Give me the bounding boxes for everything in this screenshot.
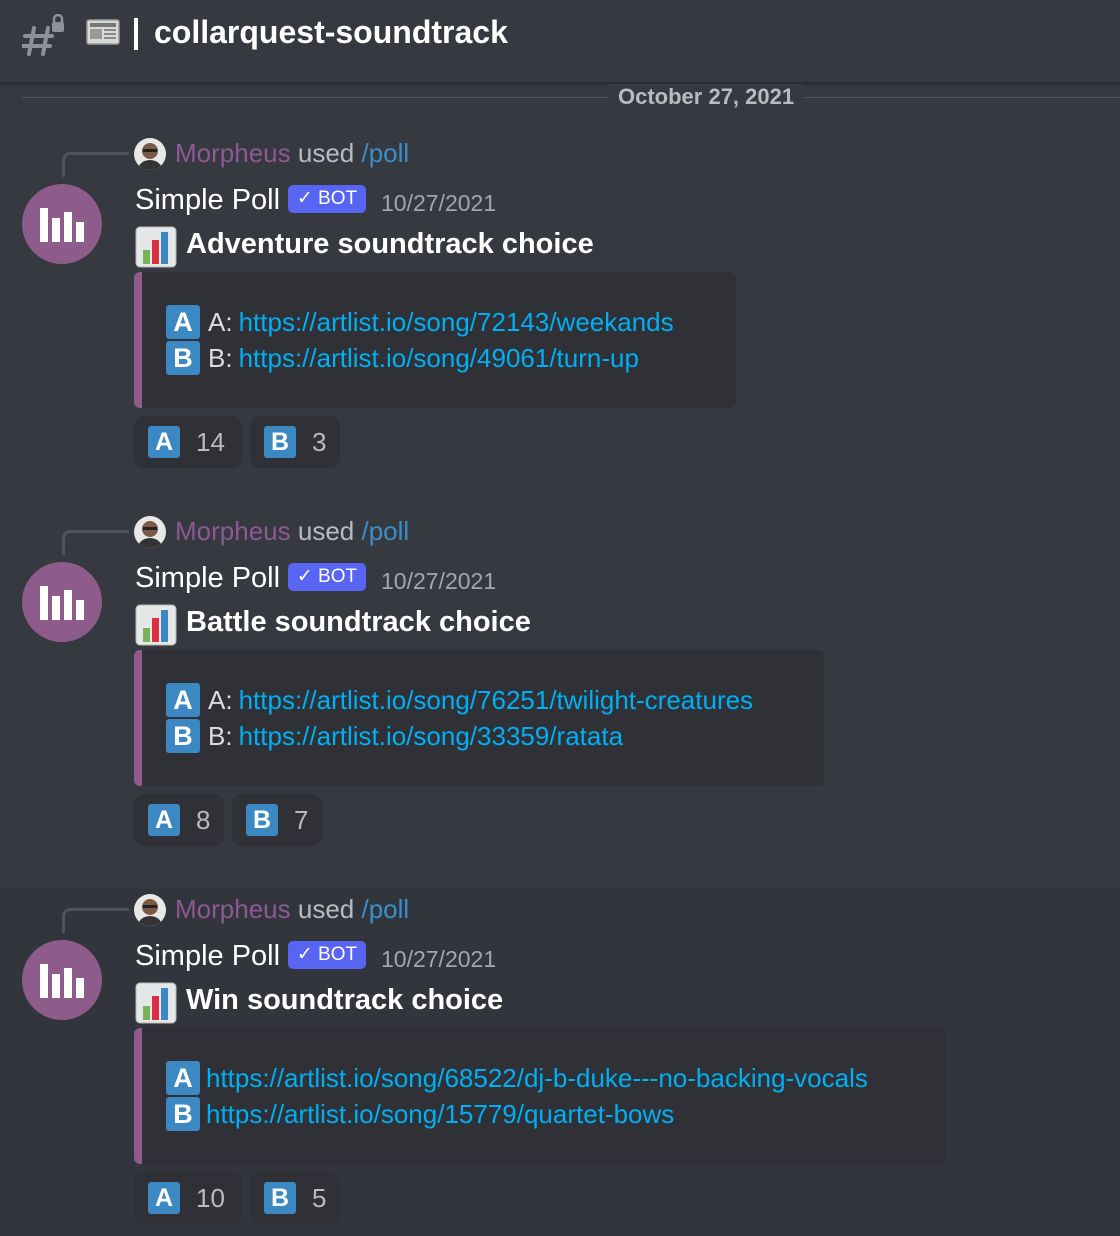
reaction-a[interactable]: A 10 [134,1172,242,1224]
option-label: B: [208,720,233,751]
locked-channel-hash-icon [22,14,64,56]
newspaper-icon [86,19,120,45]
reply-username[interactable]: Morpheus [175,894,291,924]
regional-indicator-b-icon: B [264,1182,296,1214]
header-divider [134,18,138,50]
regional-indicator-b-icon: B [166,1097,200,1131]
reply-context: Morpheus used /poll [175,138,409,169]
bar-chart-emoji-icon [135,604,177,646]
bar-chart-icon [40,964,84,998]
poll-option-a: A A: https://artlist.io/song/76251/twili… [166,683,753,717]
poll-message: Morpheus used /poll Simple Poll ✓ BOT 10… [0,110,1120,488]
reply-connector [62,908,129,933]
author-username[interactable]: Simple Poll [135,184,280,217]
channel-header: collarquest-soundtrack [0,0,1120,84]
reply-command[interactable]: /poll [361,138,409,168]
poll-title: Battle soundtrack choice [186,606,531,638]
regional-indicator-a-icon: A [148,804,180,836]
reply-command[interactable]: /poll [361,894,409,924]
poll-option-b: B https://artlist.io/song/15779/quartet-… [166,1097,674,1131]
option-link[interactable]: https://artlist.io/song/68522/dj-b-duke-… [206,1063,868,1094]
bar-chart-emoji-icon [135,982,177,1024]
date-divider-label: October 27, 2021 [608,84,805,110]
message-timestamp[interactable]: 10/27/2021 [381,568,496,595]
regional-indicator-a-icon: A [166,1061,200,1095]
channel-name: collarquest-soundtrack [154,14,508,50]
reaction-b[interactable]: B 3 [250,416,340,468]
option-link[interactable]: https://artlist.io/song/72143/weekands [239,307,674,338]
poll-embed: A A: https://artlist.io/song/76251/twili… [134,650,824,786]
regional-indicator-a-icon: A [166,683,200,717]
reply-avatar[interactable] [134,894,166,926]
poll-embed: A https://artlist.io/song/68522/dj-b-duk… [134,1028,946,1164]
option-link[interactable]: https://artlist.io/song/76251/twilight-c… [239,685,753,716]
bar-chart-emoji-icon [135,226,177,268]
bot-avatar[interactable] [22,940,102,1020]
message-timestamp[interactable]: 10/27/2021 [381,946,496,973]
message-timestamp[interactable]: 10/27/2021 [381,190,496,217]
poll-option-b: B B: https://artlist.io/song/49061/turn-… [166,341,639,375]
bot-tag: ✓ BOT [288,563,366,591]
reply-verb: used [297,894,355,924]
regional-indicator-b-icon: B [264,426,296,458]
reaction-a[interactable]: A 14 [134,416,242,468]
poll-option-a: A A: https://artlist.io/song/72143/weeka… [166,305,674,339]
regional-indicator-a-icon: A [148,426,180,458]
option-label: A: [208,684,233,715]
poll-title: Win soundtrack choice [186,984,504,1016]
poll-option-a: A https://artlist.io/song/68522/dj-b-duk… [166,1061,868,1095]
reply-context: Morpheus used /poll [175,894,409,925]
reaction-count: 10 [196,1182,225,1213]
bot-tag: ✓ BOT [288,941,366,969]
author-username[interactable]: Simple Poll [135,940,280,973]
bot-tag: ✓ BOT [288,185,366,213]
reply-username[interactable]: Morpheus [175,138,291,168]
bot-avatar[interactable] [22,184,102,264]
reaction-a[interactable]: A 8 [134,794,224,846]
reaction-b[interactable]: B 5 [250,1172,340,1224]
regional-indicator-b-icon: B [166,341,200,375]
poll-message: Morpheus used /poll Simple Poll ✓ BOT 10… [0,888,1120,1236]
option-link[interactable]: https://artlist.io/song/15779/quartet-bo… [206,1099,674,1130]
reaction-count: 3 [312,426,327,457]
regional-indicator-a-icon: A [166,305,200,339]
regional-indicator-b-icon: B [246,804,278,836]
reaction-count: 8 [196,804,211,835]
reply-verb: used [297,516,355,546]
regional-indicator-b-icon: B [166,719,200,753]
poll-option-b: B B: https://artlist.io/song/33359/ratat… [166,719,623,753]
reaction-count: 7 [294,804,309,835]
bar-chart-icon [40,586,84,620]
poll-title: Adventure soundtrack choice [186,228,594,260]
option-link[interactable]: https://artlist.io/song/33359/ratata [239,721,623,752]
reply-context: Morpheus used /poll [175,516,409,547]
date-divider-line [22,97,1120,98]
option-label: B: [208,342,233,373]
poll-message: Morpheus used /poll Simple Poll ✓ BOT 10… [0,488,1120,866]
reaction-count: 5 [312,1182,327,1213]
author-username[interactable]: Simple Poll [135,562,280,595]
regional-indicator-a-icon: A [148,1182,180,1214]
reply-avatar[interactable] [134,516,166,548]
bar-chart-icon [40,208,84,242]
reply-avatar[interactable] [134,138,166,170]
bot-avatar[interactable] [22,562,102,642]
reply-connector [62,530,129,555]
reaction-count: 14 [196,426,225,457]
reply-command[interactable]: /poll [361,516,409,546]
option-link[interactable]: https://artlist.io/song/49061/turn-up [239,343,639,374]
reply-verb: used [297,138,355,168]
option-label: A: [208,306,233,337]
reply-username[interactable]: Morpheus [175,516,291,546]
reaction-b[interactable]: B 7 [232,794,322,846]
poll-embed: A A: https://artlist.io/song/72143/weeka… [134,272,736,408]
reply-connector [62,152,129,177]
